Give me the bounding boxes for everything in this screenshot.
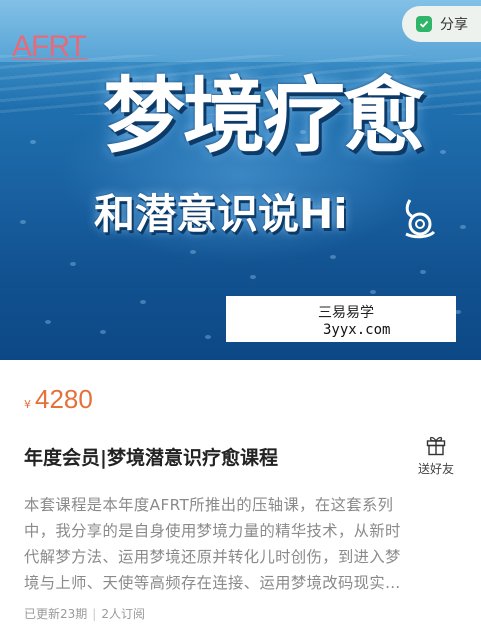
share-icon <box>416 16 432 32</box>
gift-to-friend-button[interactable]: 送好友 <box>414 434 458 477</box>
cover-title-main: 梦境疗愈 <box>103 69 425 164</box>
price: ¥ 4280 <box>24 384 93 415</box>
gift-label: 送好友 <box>417 462 454 476</box>
watermark-url: 3yyx.com <box>323 322 391 338</box>
course-cover-image: AFRT 梦境疗愈 和潜意识说Hi 三易易学 3yyx.com <box>0 0 481 360</box>
watermark-title: 三易易学 <box>318 305 374 321</box>
course-title: 年度会员|梦境潜意识疗愈课程 <box>24 447 278 469</box>
cover-title-sub: 和潜意识说Hi <box>94 190 348 238</box>
price-value: 4280 <box>35 384 93 414</box>
course-description: 本套课程是本年度AFRT所推出的压轴课，在这套系列 中，我分享的是自身使用梦境力… <box>24 492 460 596</box>
snail-icon <box>405 199 436 239</box>
afrt-logo: AFRT <box>12 30 88 63</box>
share-label: 分享 <box>440 17 468 33</box>
meta-divider: | <box>92 607 97 621</box>
share-button[interactable]: 分享 <box>402 6 481 42</box>
course-meta: 已更新23期 | 2人订阅 <box>24 605 145 622</box>
description-line: 中，我分享的是自身使用梦境力量的精华技术，从新时 <box>24 522 401 540</box>
watermark-box: 三易易学 3yyx.com <box>226 296 456 342</box>
currency-symbol: ¥ <box>24 398 31 411</box>
description-line: 境与上师、天使等高频存在连接、运用梦境改码现实… <box>24 574 401 592</box>
description-line: 代解梦方法、运用梦境还原并转化儿时创伤，到进入梦 <box>24 548 401 566</box>
update-count: 已更新23期 <box>24 607 88 621</box>
description-line: 本套课程是本年度AFRT所推出的压轴课，在这套系列 <box>24 496 394 514</box>
subscriber-count: 2人订阅 <box>101 607 145 621</box>
gift-icon <box>426 436 446 456</box>
